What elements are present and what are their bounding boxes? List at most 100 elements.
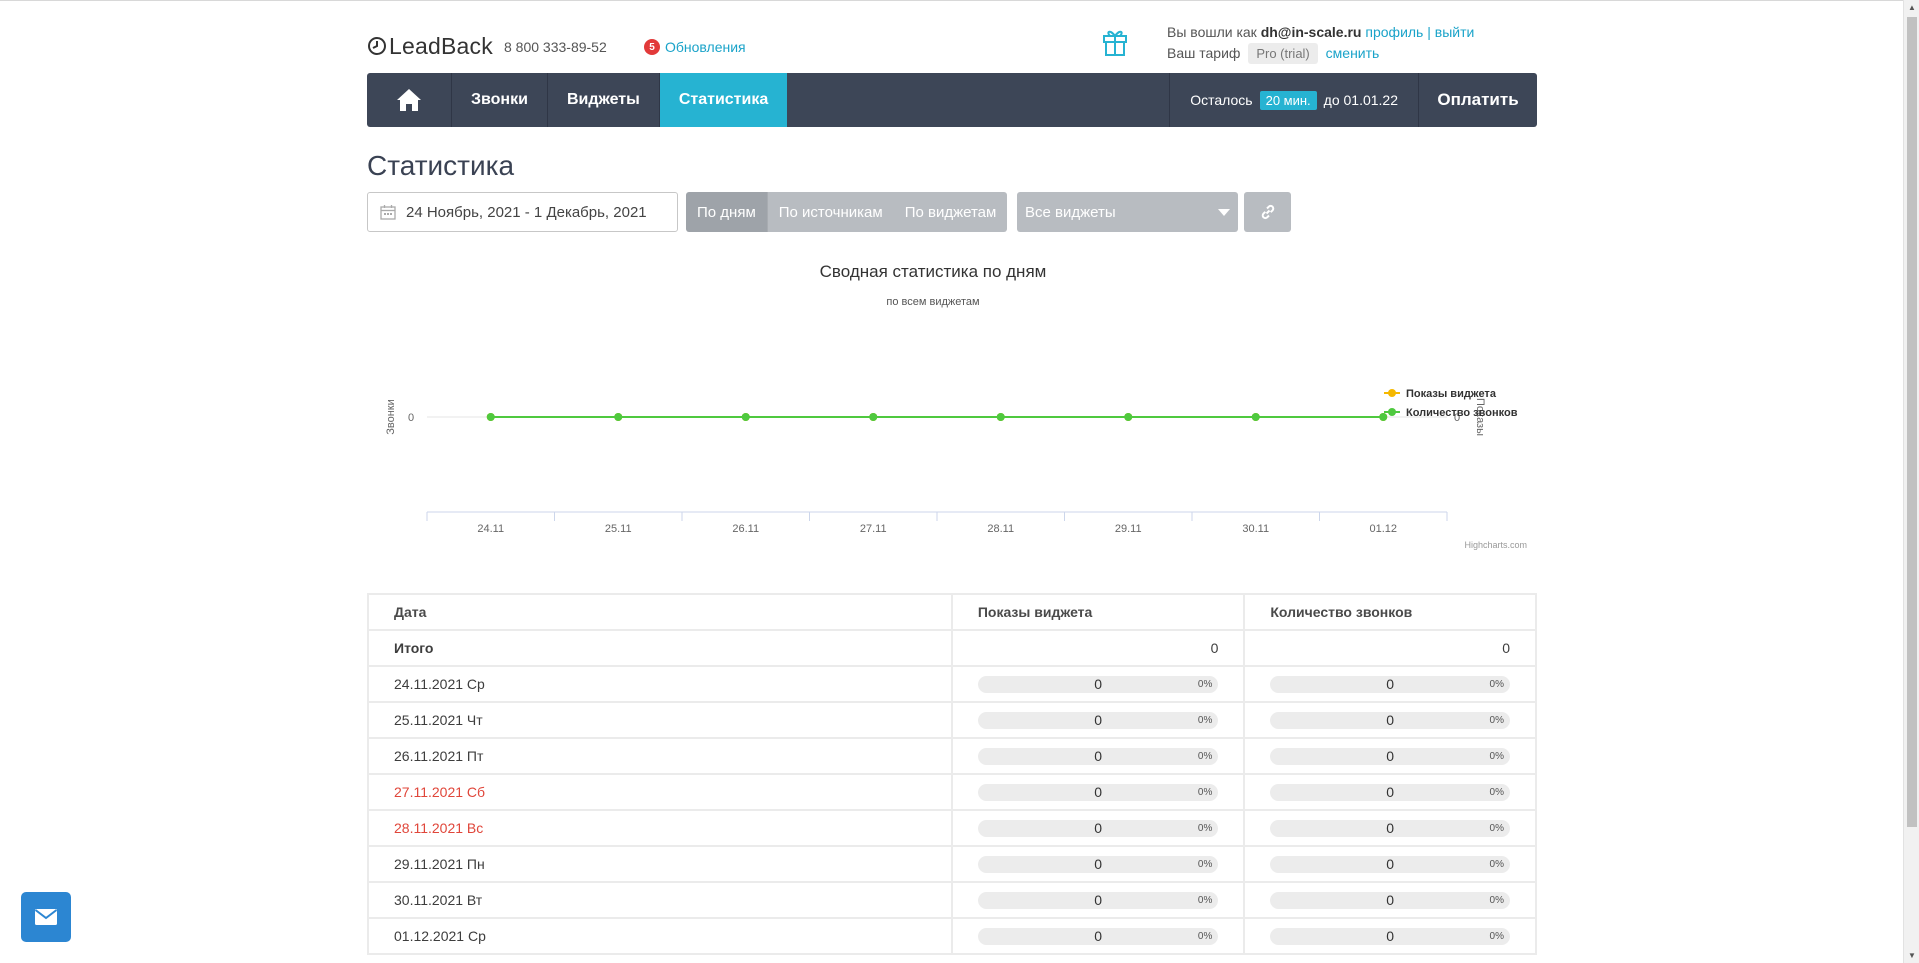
row-shows-progress: 0 0%	[977, 747, 1219, 765]
scroll-up-arrow-icon[interactable]: ▲	[1908, 3, 1916, 12]
group-by-days-button[interactable]: По дням	[686, 192, 768, 232]
logo[interactable]: LeadBack	[367, 33, 493, 59]
main-nav: Звонки Виджеты Статистика Осталось 20 ми…	[367, 73, 1537, 127]
page-scrollbar[interactable]: ▲ ▼	[1903, 0, 1919, 963]
remain-badge: 20 мин.	[1259, 90, 1317, 110]
row-calls-percent: 0%	[1489, 858, 1504, 870]
row-date: 24.11.2021 Ср	[367, 665, 953, 703]
row-calls-progress: 0 0%	[1270, 927, 1510, 945]
feedback-mail-button[interactable]	[21, 892, 71, 942]
nav-widgets[interactable]: Виджеты	[548, 73, 660, 127]
chart-title: Сводная статистика по дням	[820, 262, 1047, 281]
series-point-1[interactable]	[741, 413, 750, 421]
col-header-shows[interactable]: Показы виджета	[950, 593, 1246, 631]
row-shows-cell: 0 0%	[950, 737, 1246, 775]
nav-calls[interactable]: Звонки	[452, 73, 548, 127]
chart-series	[486, 413, 1388, 421]
series-point-1[interactable]	[486, 413, 495, 421]
nav-home[interactable]	[367, 73, 452, 127]
row-calls-value: 0	[1386, 711, 1395, 728]
row-calls-value: 0	[1386, 855, 1395, 872]
row-shows-percent: 0%	[1197, 858, 1213, 870]
profile-link[interactable]: профиль	[1365, 24, 1423, 40]
series-point-1[interactable]	[1251, 413, 1260, 421]
stats-table: Дата Показы виджета Количество звонков И…	[367, 593, 1537, 955]
chart-credits[interactable]: Highcharts.com	[1464, 540, 1527, 550]
row-shows-value: 0	[1094, 891, 1102, 908]
nav-statistics[interactable]: Статистика	[659, 73, 788, 127]
row-calls-progress: 0 0%	[1270, 711, 1510, 729]
series-point-1[interactable]	[869, 413, 878, 421]
group-by-widgets-button[interactable]: По виджетам	[893, 192, 1008, 232]
logout-link[interactable]: выйти	[1435, 24, 1475, 40]
updates-label: Обновления	[665, 39, 746, 55]
x-tick-label: 28.11	[987, 523, 1014, 535]
col-header-calls[interactable]: Количество звонков	[1243, 593, 1537, 631]
row-shows-progress: 0 0%	[977, 855, 1219, 873]
row-calls-cell: 0 0%	[1243, 701, 1537, 739]
row-shows-cell: 0 0%	[950, 845, 1246, 883]
y-left-tick: 0	[408, 412, 414, 424]
separator: |	[1427, 24, 1431, 40]
date-range-value: 24 Ноябрь, 2021 - 1 Декабрь, 2021	[406, 203, 647, 221]
remain-prefix: Осталось	[1190, 92, 1253, 108]
row-calls-value: 0	[1386, 891, 1395, 908]
row-date: 25.11.2021 Чт	[367, 701, 953, 739]
total-calls: 0	[1243, 629, 1537, 667]
row-calls-cell: 0 0%	[1243, 737, 1537, 775]
row-shows-value: 0	[1094, 747, 1102, 764]
x-tick-label: 29.11	[1115, 523, 1142, 535]
row-calls-value: 0	[1386, 675, 1395, 692]
row-calls-cell: 0 0%	[1243, 917, 1537, 955]
scroll-down-arrow-icon[interactable]: ▼	[1908, 951, 1916, 960]
row-date: 30.11.2021 Вт	[367, 881, 953, 919]
series-point-1[interactable]	[614, 413, 623, 421]
logo-text: LeadBack	[389, 32, 493, 59]
mail-icon	[34, 909, 58, 925]
link-icon	[1261, 204, 1274, 220]
x-tick-label: 24.11	[477, 523, 504, 535]
legend-item-shows[interactable]: Показы виджета	[1384, 388, 1497, 400]
group-by-sources-button[interactable]: По источникам	[767, 192, 894, 232]
table-row: 27.11.2021 Сб 0 0% 0 0%	[367, 773, 1537, 811]
share-link-button[interactable]	[1244, 192, 1291, 232]
x-tick-label: 01.12	[1369, 523, 1397, 535]
row-calls-progress: 0 0%	[1270, 891, 1510, 909]
row-shows-value: 0	[1094, 927, 1102, 944]
row-shows-progress: 0 0%	[977, 675, 1219, 693]
widget-select-value: Все виджеты	[1025, 203, 1116, 221]
row-shows-percent: 0%	[1197, 894, 1213, 906]
row-calls-percent: 0%	[1489, 894, 1504, 906]
series-point-1[interactable]	[1379, 413, 1388, 421]
support-phone: 8 800 333-89-52	[504, 39, 607, 55]
row-shows-value: 0	[1094, 819, 1102, 836]
chart-legend: Показы виджета Количество звонков	[1384, 388, 1518, 419]
row-shows-progress: 0 0%	[977, 819, 1219, 837]
x-tick-label: 26.11	[732, 523, 759, 535]
scrollbar-thumb[interactable]	[1907, 17, 1917, 827]
table-total-row: Итого 0 0	[367, 629, 1537, 667]
row-calls-progress: 0 0%	[1270, 855, 1510, 873]
updates-link[interactable]: 5 Обновления	[644, 39, 746, 55]
row-shows-cell: 0 0%	[950, 917, 1246, 955]
home-icon	[397, 89, 421, 111]
row-date: 28.11.2021 Вс	[367, 809, 953, 847]
series-point-1[interactable]	[1124, 413, 1133, 421]
row-shows-value: 0	[1094, 855, 1102, 872]
x-axis-ticks: 24.11 25.11 26.11 27.11 28.11 29.11 30.11 01.12	[426, 512, 1448, 535]
total-label: Итого	[367, 629, 953, 667]
row-shows-value: 0	[1094, 783, 1102, 800]
pay-button[interactable]: Оплатить	[1419, 73, 1537, 127]
gift-icon[interactable]	[1102, 27, 1128, 61]
row-date: 27.11.2021 Сб	[367, 773, 953, 811]
total-shows: 0	[950, 629, 1246, 667]
row-date: 01.12.2021 Ср	[367, 917, 953, 955]
table-row: 25.11.2021 Чт 0 0% 0 0%	[367, 701, 1537, 739]
row-shows-percent: 0%	[1197, 786, 1213, 798]
col-header-date[interactable]: Дата	[367, 593, 953, 631]
change-tariff-link[interactable]: сменить	[1326, 45, 1380, 61]
series-point-1[interactable]	[996, 413, 1005, 421]
widget-select[interactable]: Все виджеты	[1017, 192, 1238, 232]
date-range-input[interactable]: 24 Ноябрь, 2021 - 1 Декабрь, 2021	[367, 192, 678, 232]
legend-label-shows: Показы виджета	[1406, 388, 1497, 400]
